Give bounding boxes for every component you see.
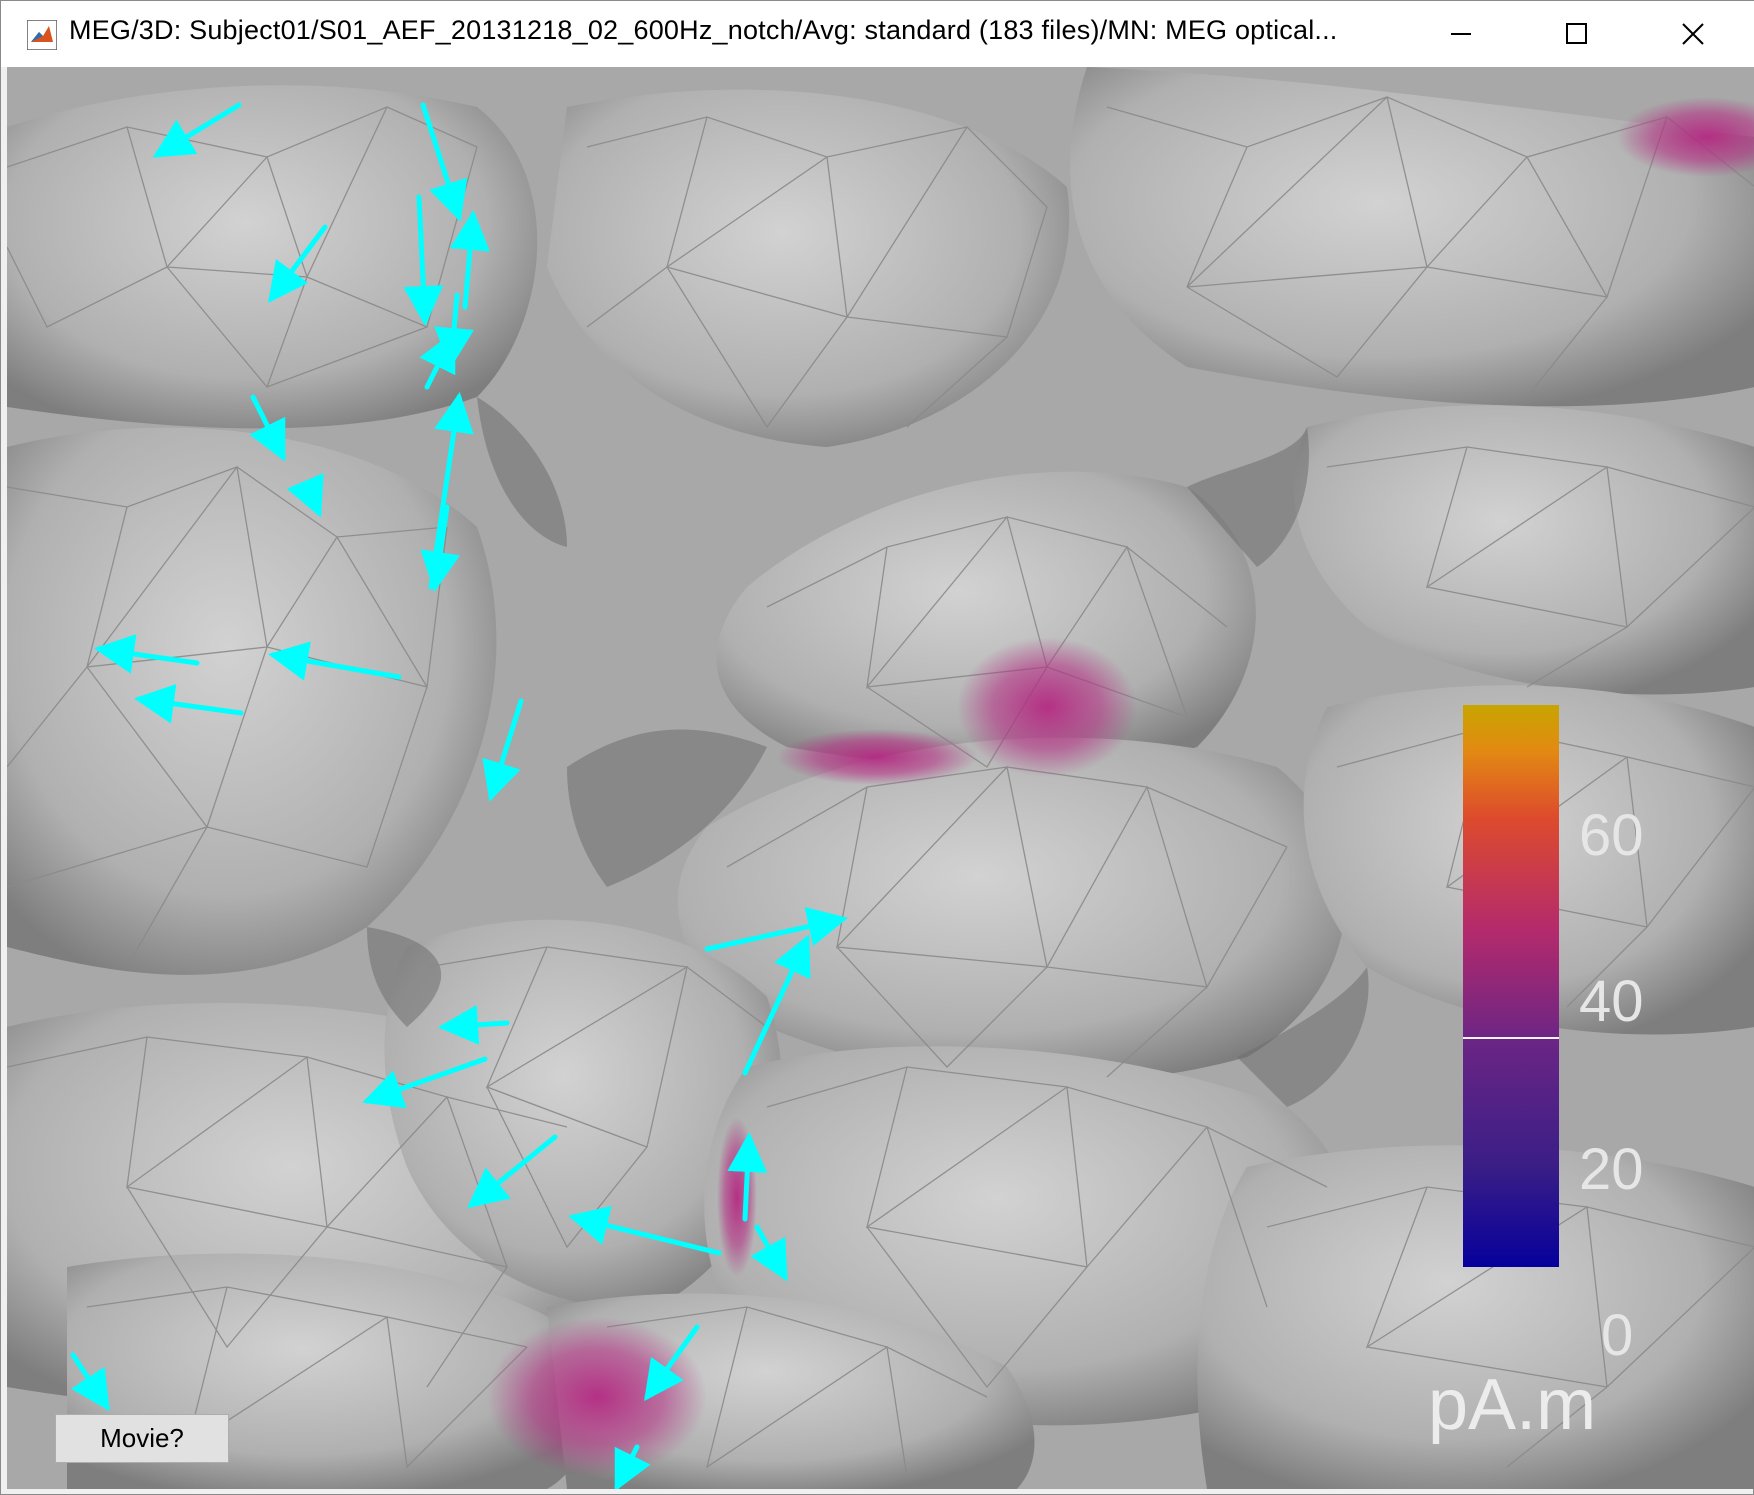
matlab-icon (27, 20, 57, 50)
colorbar-threshold-marker (1463, 1037, 1559, 1039)
colorbar (1463, 705, 1559, 1267)
close-button[interactable] (1635, 1, 1751, 67)
colorbar-tick-20: 20 (1579, 1137, 1644, 1202)
maximize-button[interactable] (1519, 1, 1635, 67)
title-bar[interactable]: MEG/3D: Subject01/S01_AEF_20131218_02_60… (1, 1, 1754, 67)
minimize-button[interactable] (1403, 1, 1519, 67)
figure-window: MEG/3D: Subject01/S01_AEF_20131218_02_60… (0, 0, 1754, 1495)
minimize-icon (1451, 33, 1471, 35)
colorbar-tick-0: 0 (1601, 1303, 1634, 1368)
window-title: MEG/3D: Subject01/S01_AEF_20131218_02_60… (69, 15, 1338, 45)
colorbar-unit-label: pA.m (1428, 1365, 1597, 1445)
maximize-icon (1566, 23, 1587, 44)
close-icon (1682, 23, 1704, 45)
colorbar-tick-60: 60 (1579, 803, 1644, 868)
colorbar-tick-40: 40 (1579, 969, 1644, 1034)
movie-button[interactable]: Movie? (55, 1414, 229, 1463)
